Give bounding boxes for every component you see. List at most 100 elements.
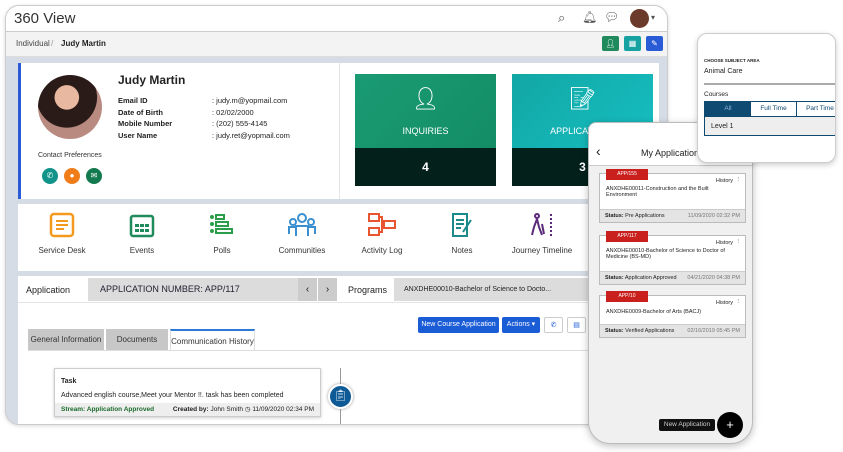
module-label: Notes	[451, 246, 473, 255]
filter-all[interactable]: All	[705, 102, 751, 116]
modules-row: Service Desk Events Polls Communities Ac…	[18, 204, 659, 271]
field-label: Email ID	[118, 96, 148, 105]
profile-card: Judy Martin Email ID: judy.m@yopmail.com…	[18, 63, 339, 199]
mobile-phone-mockup: ‹ My Application APP/155 History ⋮ ANXDHE…	[588, 122, 753, 444]
profile-name: Judy Martin	[118, 73, 186, 87]
field-value: 02/02/2000	[216, 107, 254, 117]
add-application-button[interactable]: +	[717, 412, 743, 438]
task-text: Advanced english course,Meet your Mentor…	[61, 392, 284, 399]
field-value: (202) 555-4145	[216, 119, 268, 128]
application-label: Application	[26, 285, 71, 295]
subject-area-card: CHOOSE SUBJECT AREA Animal Care Courses …	[697, 33, 836, 163]
tab-documents[interactable]: Documents	[106, 329, 168, 350]
tile-label: INQUIRIES	[402, 126, 449, 136]
profile-avatar	[38, 75, 102, 139]
application-number: APPLICATION NUMBER: APP/117	[88, 278, 298, 301]
module-label: Communities	[278, 246, 326, 255]
application-card[interactable]: APP/10 History ⋮ ANXDHE0009-Bachelor of A…	[599, 291, 746, 338]
add-contact-button[interactable]: 👤︎	[602, 36, 619, 51]
chat-bubble-icon[interactable]: ●	[64, 168, 80, 184]
status-value: Application Approved	[624, 275, 677, 281]
module-polls[interactable]: Polls	[182, 212, 262, 255]
application-date: 04/21/2020 04:38 PM	[687, 275, 740, 281]
task-time: 11/09/2020 02:34 PM	[252, 406, 314, 413]
module-notes[interactable]: Notes	[422, 212, 502, 255]
back-icon[interactable]: ‹	[596, 143, 601, 159]
phone-icon[interactable]: ✆	[42, 168, 58, 184]
bell-icon[interactable]: 🔔︎	[582, 10, 597, 24]
tile-value: 4	[355, 148, 496, 186]
actions-dropdown[interactable]: Actions ▾	[502, 317, 540, 333]
module-events[interactable]: Events	[102, 212, 182, 255]
new-application-label[interactable]: New Application	[659, 419, 715, 431]
module-communities[interactable]: Communities	[262, 212, 342, 255]
course-filter-tabs: All Full Time Part Time	[704, 101, 835, 117]
application-name: ANXDHE0009-Bachelor of Arts (BACJ)	[606, 309, 702, 315]
history-link[interactable]: History	[716, 178, 733, 184]
clock-icon: ◷	[244, 406, 251, 413]
clipboard-icon: 📋︎	[328, 384, 353, 409]
programs-label: Programs	[348, 285, 388, 295]
tab-general-information[interactable]: General Information	[28, 329, 104, 350]
application-card[interactable]: APP/117 History ⋮ ANXDHE00010-Bachelor of…	[599, 231, 746, 285]
application-name: ANXDHE00010-Bachelor of Science to Docto…	[606, 248, 725, 260]
search-icon[interactable]: ⌕	[558, 10, 565, 26]
field-label: Mobile Number	[118, 119, 173, 128]
module-label: Journey Timeline	[511, 246, 573, 255]
field-value: judy.m@yopmail.com	[216, 96, 288, 105]
history-link[interactable]: History	[716, 300, 733, 306]
subject-heading: CHOOSE SUBJECT AREA	[704, 58, 760, 63]
status-value: Pre Applications	[625, 213, 665, 219]
inquiry-person-icon: 👤︎	[411, 86, 440, 111]
call-button[interactable]: ✆	[544, 317, 563, 333]
chat-icon[interactable]: 💬︎	[604, 10, 619, 24]
application-name: ANXDHE00011-Construction and the Built E…	[606, 186, 709, 198]
courses-label: Courses	[704, 91, 729, 98]
more-icon[interactable]: ⋮	[736, 239, 742, 245]
calendar-button[interactable]: ▦	[624, 36, 641, 51]
breadcrumb-individual[interactable]: Individual	[16, 39, 50, 48]
breadcrumb-separator: /	[51, 39, 54, 48]
new-course-application-button[interactable]: New Course Application	[418, 317, 499, 333]
field-label: Date of Birth	[118, 107, 163, 117]
breadcrumb: Individual / Judy Martin 👤︎ ▦ ✎	[6, 32, 667, 57]
contact-preferences-label: Contact Preferences	[38, 152, 102, 159]
more-icon[interactable]: ⋮	[736, 299, 742, 305]
status-label: Status:	[605, 275, 624, 281]
user-edit-button[interactable]: ✎	[646, 36, 663, 51]
application-card[interactable]: APP/155 History ⋮ ANXDHE00011-Constructio…	[599, 169, 746, 223]
filter-full-time[interactable]: Full Time	[751, 102, 798, 116]
top-header: 360 View ⌕ 🔔︎ 💬︎ ▾	[6, 6, 667, 32]
application-date: 11/09/2020 02:32 PM	[687, 213, 740, 219]
application-panel: Application APPLICATION NUMBER: APP/117 …	[18, 276, 659, 424]
email-icon[interactable]: ✉	[86, 168, 102, 184]
application-id: APP/10	[606, 291, 648, 302]
module-label: Activity Log	[361, 246, 403, 255]
module-activity-log[interactable]: Activity Log	[342, 212, 422, 255]
status-label: Status:	[605, 328, 624, 334]
more-icon[interactable]: ⋮	[736, 177, 742, 183]
inquiries-tile[interactable]: 👤︎ INQUIRIES 4	[355, 74, 496, 186]
status-label: Status:	[605, 213, 624, 219]
chevron-down-icon[interactable]: ▾	[651, 13, 655, 22]
tab-communication-history[interactable]: Communication History	[170, 329, 255, 350]
module-label: Events	[129, 246, 155, 255]
module-service-desk[interactable]: Service Desk	[22, 212, 102, 255]
history-link[interactable]: History	[716, 240, 733, 246]
status-value: Verified Applications	[625, 328, 675, 334]
prev-button[interactable]: ‹	[298, 278, 317, 301]
module-label: Polls	[213, 246, 231, 255]
field-value: judy.ret@yopmail.com	[216, 130, 290, 140]
module-journey-timeline[interactable]: Journey Timeline	[502, 212, 582, 255]
next-button[interactable]: ›	[318, 278, 337, 301]
subject-select[interactable]: Animal Care	[704, 68, 835, 85]
filter-part-time[interactable]: Part Time	[797, 102, 835, 116]
field-label: User Name	[118, 130, 158, 140]
document-button[interactable]: ▤	[567, 317, 586, 333]
course-level-item[interactable]: Level 1	[704, 117, 835, 136]
user-avatar[interactable]	[630, 9, 649, 28]
created-by: John Smith	[210, 406, 244, 413]
app-title: 360 View	[14, 10, 76, 27]
application-id: APP/155	[606, 169, 648, 180]
phone-title: My Application	[641, 148, 700, 158]
